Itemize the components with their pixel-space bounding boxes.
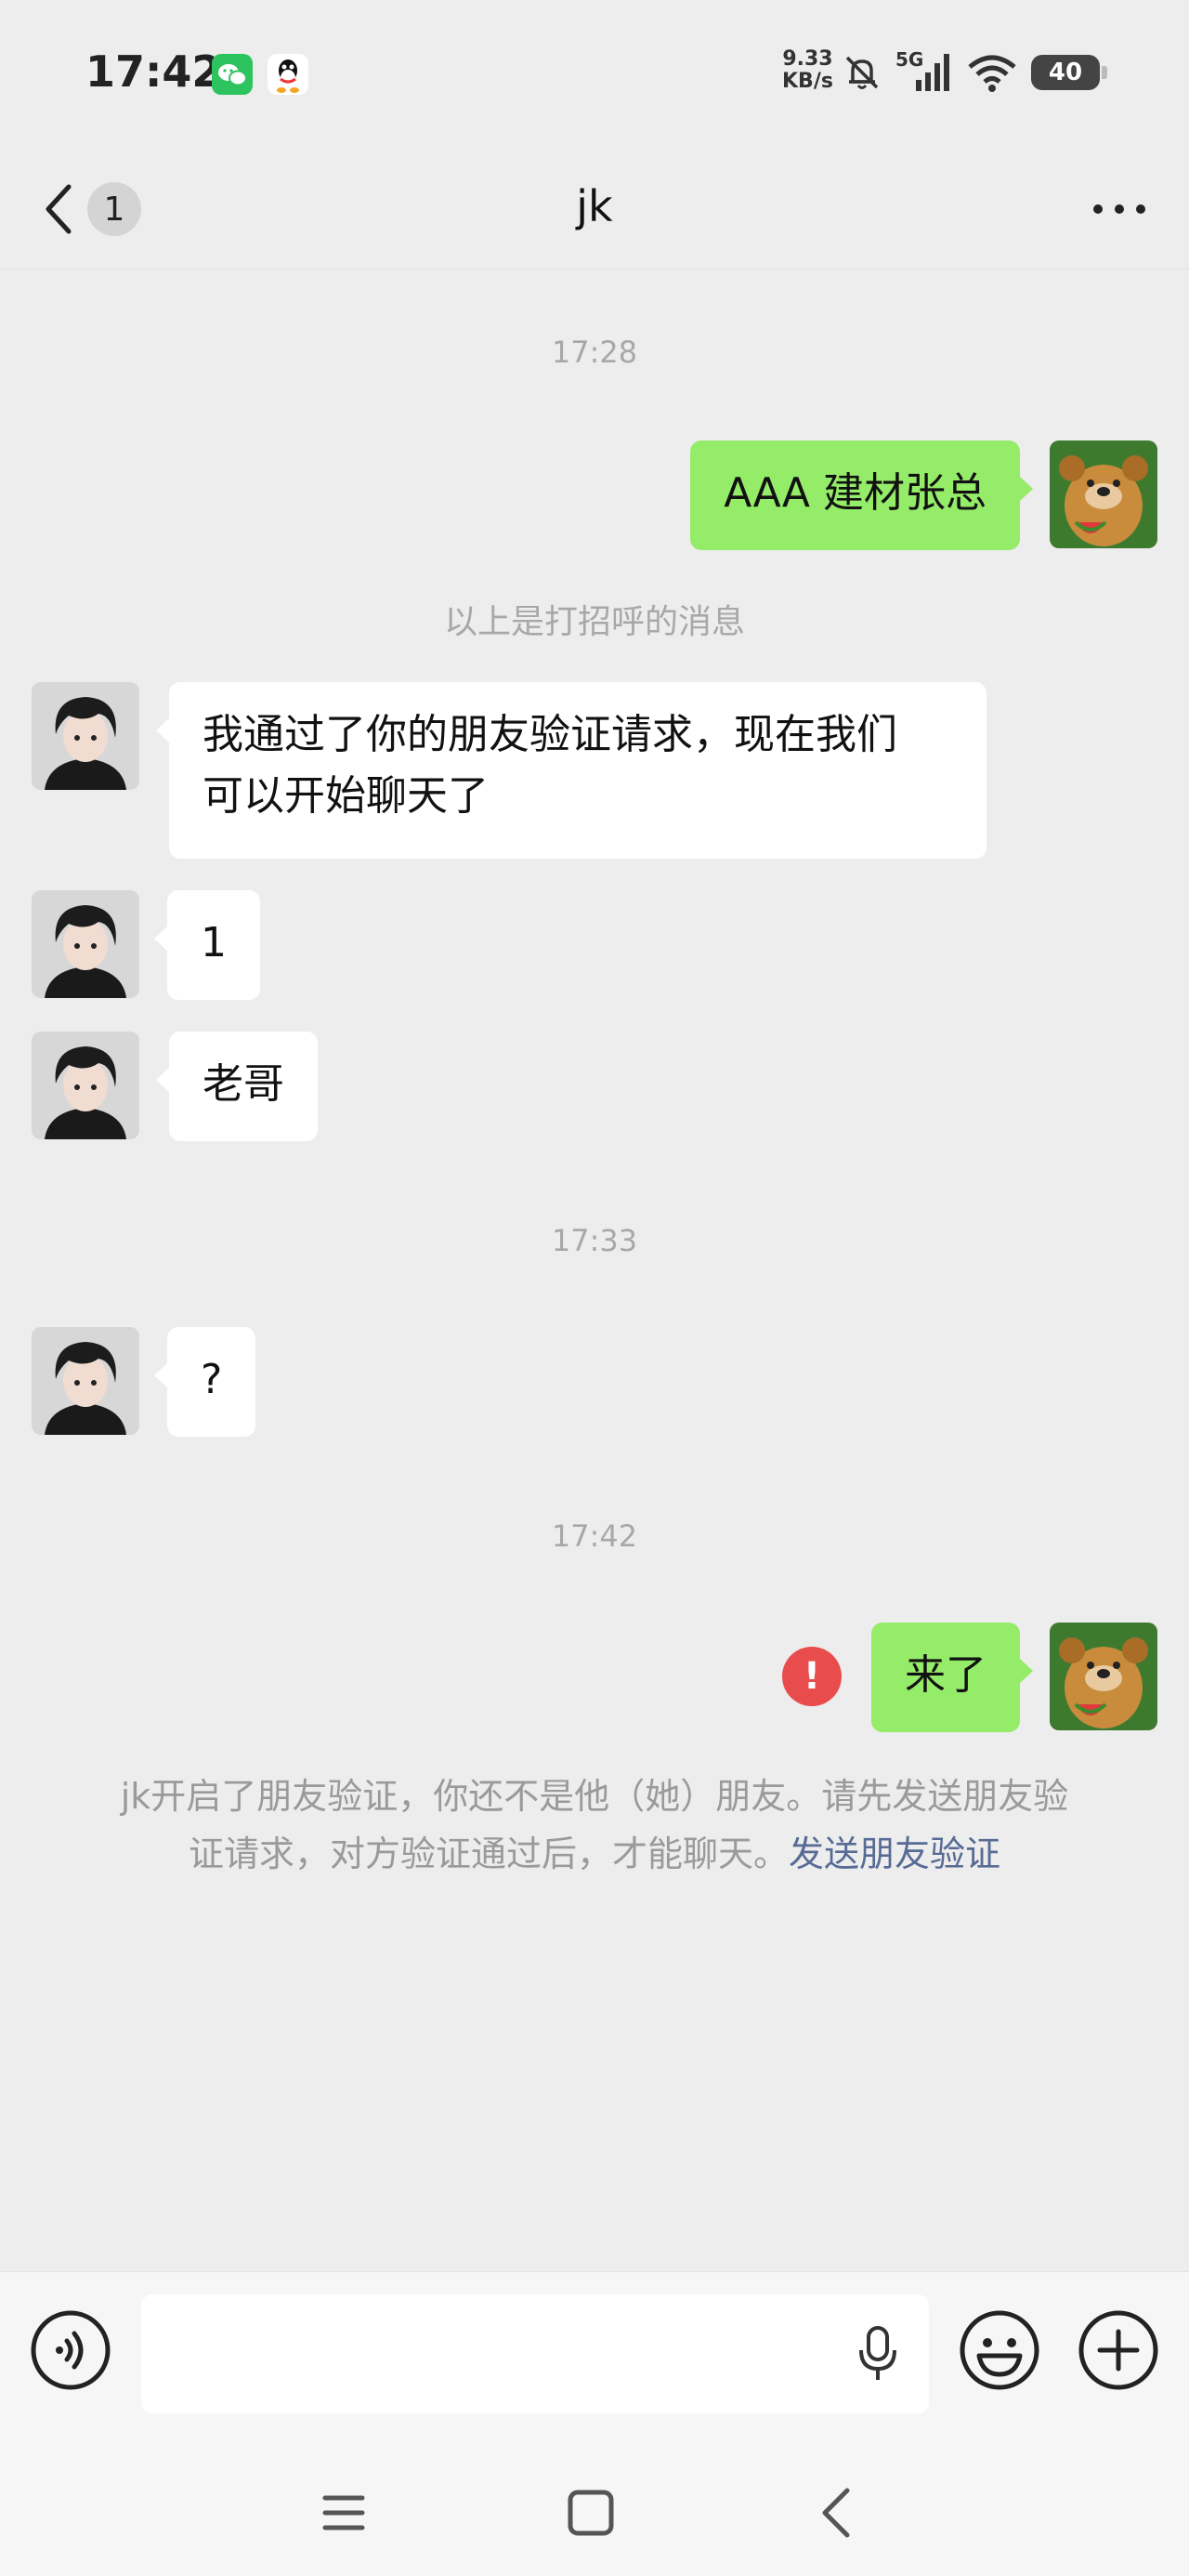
message-bubble-incoming[interactable]: ? xyxy=(154,1327,256,1437)
plus-icon xyxy=(1078,2310,1158,2390)
qq-icon xyxy=(268,54,308,95)
home-square-icon xyxy=(568,2490,614,2536)
chevron-left-icon xyxy=(822,2488,850,2538)
message-bubble-outgoing[interactable]: AAA 建材张总 xyxy=(690,440,1033,550)
avatar-self[interactable] xyxy=(1050,440,1157,548)
recent-apps-button[interactable] xyxy=(307,2476,381,2550)
more-dots-icon xyxy=(1093,204,1145,214)
voice-button[interactable] xyxy=(30,2309,111,2391)
system-message: 以上是打招呼的消息 xyxy=(443,603,745,641)
status-bar: 17:42 9.33 KB/s 5G 40 xyxy=(0,0,1189,149)
message-bubble-incoming[interactable]: 1 xyxy=(154,890,260,1000)
avatar-contact[interactable] xyxy=(32,1327,139,1435)
avatar-contact[interactable] xyxy=(32,1032,139,1139)
wifi-icon xyxy=(968,55,1016,92)
chat-title: jk xyxy=(576,181,613,231)
avatar-self[interactable] xyxy=(1050,1623,1157,1730)
friend-verification-notice: jk开启了朋友验证，你还不是他（她）朋友。请先发送朋友验 证请求，对方验证通过后… xyxy=(120,1776,1069,1874)
system-back-button[interactable] xyxy=(801,2476,875,2550)
signal-icon: 5G xyxy=(895,48,953,93)
chat-header: 1 jk xyxy=(0,149,1189,269)
message-input[interactable] xyxy=(141,2294,929,2413)
system-navigation-bar xyxy=(0,2438,1189,2576)
mute-bell-icon xyxy=(845,56,879,89)
avatar-contact[interactable] xyxy=(32,890,139,998)
send-friend-request-link[interactable]: 发送朋友验证 xyxy=(789,1833,1000,1874)
timestamp: 17:28 xyxy=(551,335,638,370)
message-bubble-outgoing[interactable]: 来了 xyxy=(871,1623,1033,1732)
network-speed: 9.33 KB/s xyxy=(782,47,833,93)
more-button[interactable] xyxy=(1087,177,1152,242)
emoji-button[interactable] xyxy=(959,2309,1040,2391)
mic-icon[interactable] xyxy=(855,2324,901,2384)
menu-icon xyxy=(322,2495,365,2530)
emoji-icon xyxy=(960,2310,1039,2390)
send-failed-icon[interactable]: ! xyxy=(782,1647,842,1706)
message-bubble-incoming[interactable]: 老哥 xyxy=(156,1032,318,1141)
voice-icon xyxy=(31,2310,111,2390)
timestamp: 17:42 xyxy=(551,1518,638,1554)
input-toolbar xyxy=(0,2271,1189,2438)
home-button[interactable] xyxy=(554,2476,628,2550)
message-bubble-incoming[interactable]: 我通过了你的朋友验证请求，现在我们 可以开始聊天了 xyxy=(156,682,986,859)
plus-button[interactable] xyxy=(1078,2309,1159,2391)
avatar-contact[interactable] xyxy=(32,682,139,790)
timestamp: 17:33 xyxy=(551,1223,638,1258)
wechat-icon xyxy=(212,54,253,95)
battery-icon: 40 xyxy=(1031,55,1107,90)
status-time: 17:42 xyxy=(85,46,222,97)
